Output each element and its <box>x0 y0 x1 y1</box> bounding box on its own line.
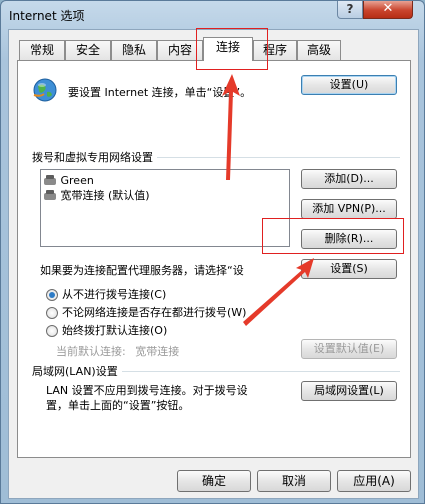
annotation-arrows <box>222 74 314 326</box>
arrow-to-connections-tab <box>222 74 240 180</box>
arrow-to-settings-button <box>243 258 314 326</box>
tab-connections[interactable]: 连接 <box>203 37 253 61</box>
